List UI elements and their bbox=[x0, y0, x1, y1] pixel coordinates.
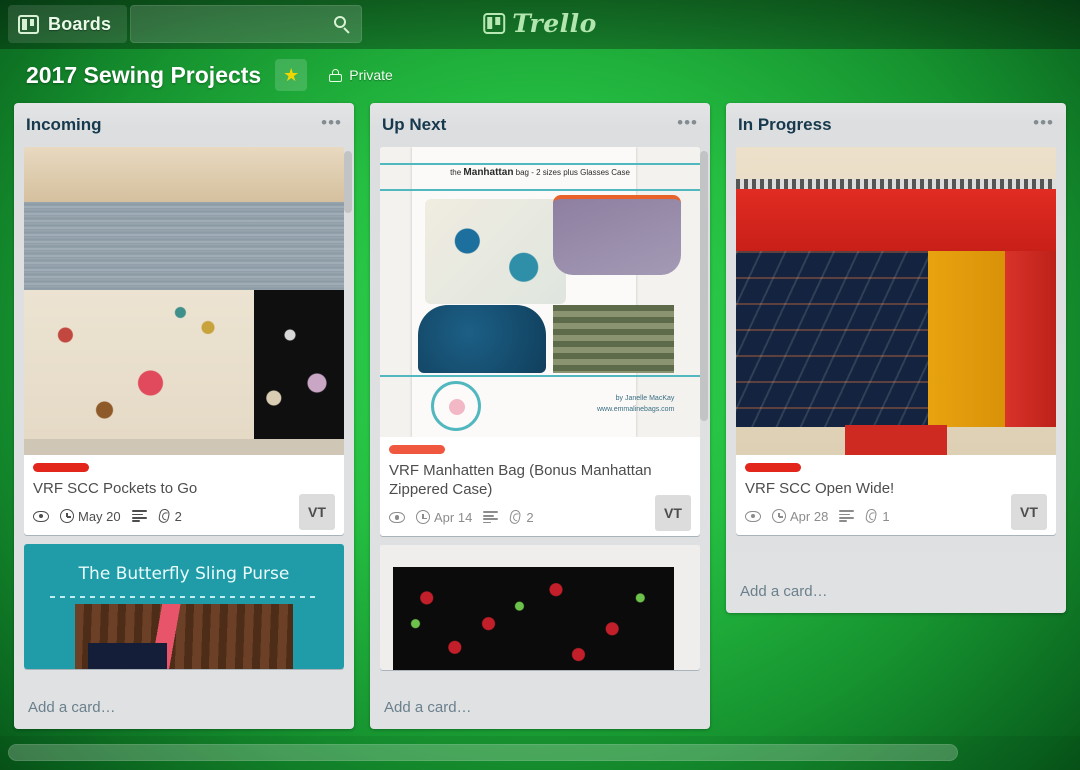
clock-icon bbox=[60, 509, 74, 524]
paperclip-icon bbox=[508, 508, 524, 526]
list-menu-icon[interactable]: ••• bbox=[321, 114, 342, 131]
card-badges: Apr 14 2 VT bbox=[389, 495, 691, 532]
add-card-button[interactable]: Add a card… bbox=[370, 689, 710, 729]
card-cover-text: The Butterfly Sling Purse bbox=[78, 564, 290, 585]
due-date-badge[interactable]: May 20 bbox=[60, 509, 121, 524]
card-badges: Apr 28 1 VT bbox=[745, 494, 1047, 531]
top-navigation-bar: Boards Trello bbox=[0, 0, 1080, 49]
list-header: In Progress ••• bbox=[726, 103, 1066, 147]
attachment-badge: 1 bbox=[864, 507, 890, 524]
board-horizontal-scrollbar[interactable] bbox=[0, 736, 1080, 770]
avatar[interactable]: VT bbox=[655, 495, 691, 532]
list-title[interactable]: In Progress bbox=[738, 115, 832, 135]
list-menu-icon[interactable]: ••• bbox=[677, 114, 698, 131]
flower-badge-icon bbox=[431, 381, 482, 431]
list-scrollbar[interactable] bbox=[344, 151, 352, 213]
avatar[interactable]: VT bbox=[1011, 494, 1047, 531]
card-cover-title: the Manhattan bag - 2 sizes plus Glasses… bbox=[450, 167, 630, 178]
list-cards: VRF SCC Pockets to Go May 20 2 VT The Bu… bbox=[14, 147, 354, 689]
due-date-text: Apr 14 bbox=[434, 509, 473, 525]
attachment-badge: 2 bbox=[156, 507, 182, 524]
description-icon bbox=[483, 511, 499, 524]
card-butterfly-sling-purse[interactable]: The Butterfly Sling Purse bbox=[24, 544, 344, 670]
card-title: VRF Manhatten Bag (Bonus Manhattan Zippe… bbox=[389, 462, 652, 499]
attachment-count: 1 bbox=[882, 508, 890, 524]
card-vrf-scc-pockets-to-go[interactable]: VRF SCC Pockets to Go May 20 2 VT bbox=[24, 147, 344, 536]
watch-badge[interactable] bbox=[745, 510, 761, 522]
trello-logo-text: Trello bbox=[512, 9, 597, 38]
search-box[interactable] bbox=[130, 5, 362, 43]
board-title[interactable]: 2017 Sewing Projects bbox=[26, 62, 271, 89]
card-cover-image: The Butterfly Sling Purse bbox=[24, 544, 344, 670]
list-incoming: Incoming ••• VRF SCC Pockets to Go May 2… bbox=[14, 103, 354, 729]
list-scrollbar[interactable] bbox=[700, 151, 708, 421]
card-title: VRF SCC Open Wide! bbox=[745, 480, 895, 497]
paperclip-icon bbox=[864, 507, 880, 524]
card-vrf-scc-open-wide[interactable]: VRF SCC Open Wide! Apr 28 1 VT bbox=[736, 147, 1056, 536]
card-badges: May 20 2 VT bbox=[33, 494, 335, 531]
eye-icon bbox=[389, 511, 405, 523]
list-header: Up Next ••• bbox=[370, 103, 710, 147]
card-vrf-manhatten-bag[interactable]: the Manhattan bag - 2 sizes plus Glasses… bbox=[380, 147, 700, 537]
lock-icon bbox=[329, 68, 343, 82]
card-label-red bbox=[33, 463, 89, 472]
description-badge bbox=[131, 510, 147, 523]
clock-icon bbox=[772, 509, 786, 524]
add-card-button[interactable]: Add a card… bbox=[14, 689, 354, 729]
attachment-badge: 2 bbox=[508, 508, 534, 526]
board-canvas: Incoming ••• VRF SCC Pockets to Go May 2… bbox=[0, 103, 1080, 733]
due-date-text: Apr 28 bbox=[790, 508, 829, 524]
due-date-badge[interactable]: Apr 28 bbox=[772, 509, 828, 524]
card-cover-byline: by Janelle MacKay www.emmalinebags.com bbox=[596, 394, 675, 413]
eye-icon bbox=[33, 510, 49, 522]
star-board-button[interactable]: ★ bbox=[275, 59, 308, 91]
eye-icon bbox=[745, 510, 761, 522]
boards-button[interactable]: Boards bbox=[8, 5, 128, 43]
description-icon bbox=[131, 510, 147, 523]
list-cards: VRF SCC Open Wide! Apr 28 1 VT bbox=[726, 147, 1066, 573]
list-in-progress: In Progress ••• VRF SCC Open Wide! Apr 2… bbox=[726, 103, 1066, 613]
list-menu-icon[interactable]: ••• bbox=[1033, 114, 1054, 131]
due-date-text: May 20 bbox=[78, 508, 121, 524]
clock-icon bbox=[416, 510, 430, 525]
card-label-red bbox=[389, 445, 445, 454]
paperclip-icon bbox=[156, 507, 172, 524]
list-title[interactable]: Up Next bbox=[382, 115, 446, 135]
trello-board-icon bbox=[483, 13, 506, 34]
description-badge bbox=[839, 510, 855, 523]
attachment-count: 2 bbox=[526, 509, 534, 525]
list-title[interactable]: Incoming bbox=[26, 115, 102, 135]
due-date-badge[interactable]: Apr 14 bbox=[416, 510, 472, 525]
board-visibility-label: Private bbox=[349, 67, 393, 83]
card-body: VRF SCC Open Wide! Apr 28 1 VT bbox=[736, 455, 1056, 535]
search-input[interactable] bbox=[131, 6, 361, 42]
card-cover-image bbox=[380, 545, 700, 671]
watch-badge[interactable] bbox=[389, 511, 405, 523]
card-cover-image bbox=[24, 147, 344, 455]
card-body: VRF Manhatten Bag (Bonus Manhattan Zippe… bbox=[380, 437, 700, 536]
card-cover-image: the Manhattan bag - 2 sizes plus Glasses… bbox=[380, 147, 700, 437]
attachment-count: 2 bbox=[174, 508, 182, 524]
card-label-red bbox=[745, 463, 801, 472]
card-title: VRF SCC Pockets to Go bbox=[33, 480, 198, 497]
description-icon bbox=[839, 510, 855, 523]
search-icon[interactable] bbox=[332, 15, 352, 35]
board-visibility-button[interactable]: Private bbox=[329, 67, 393, 83]
avatar[interactable]: VT bbox=[299, 494, 335, 531]
trello-logo[interactable]: Trello bbox=[483, 9, 597, 38]
card-cover-image bbox=[736, 147, 1056, 455]
description-badge bbox=[483, 511, 499, 524]
scrollbar-thumb[interactable] bbox=[8, 744, 958, 761]
list-up-next: Up Next ••• the Manhattan bag - 2 sizes … bbox=[370, 103, 710, 729]
boards-button-label: Boards bbox=[48, 13, 112, 34]
list-cards: the Manhattan bag - 2 sizes plus Glasses… bbox=[370, 147, 710, 689]
card-cherry-fabric[interactable] bbox=[380, 545, 700, 671]
board-grid-icon bbox=[18, 14, 39, 34]
star-icon: ★ bbox=[283, 65, 300, 85]
add-card-button[interactable]: Add a card… bbox=[726, 573, 1066, 613]
watch-badge[interactable] bbox=[33, 510, 49, 522]
card-body: VRF SCC Pockets to Go May 20 2 VT bbox=[24, 455, 344, 535]
list-header: Incoming ••• bbox=[14, 103, 354, 147]
board-header: 2017 Sewing Projects ★ Private bbox=[0, 49, 1080, 101]
